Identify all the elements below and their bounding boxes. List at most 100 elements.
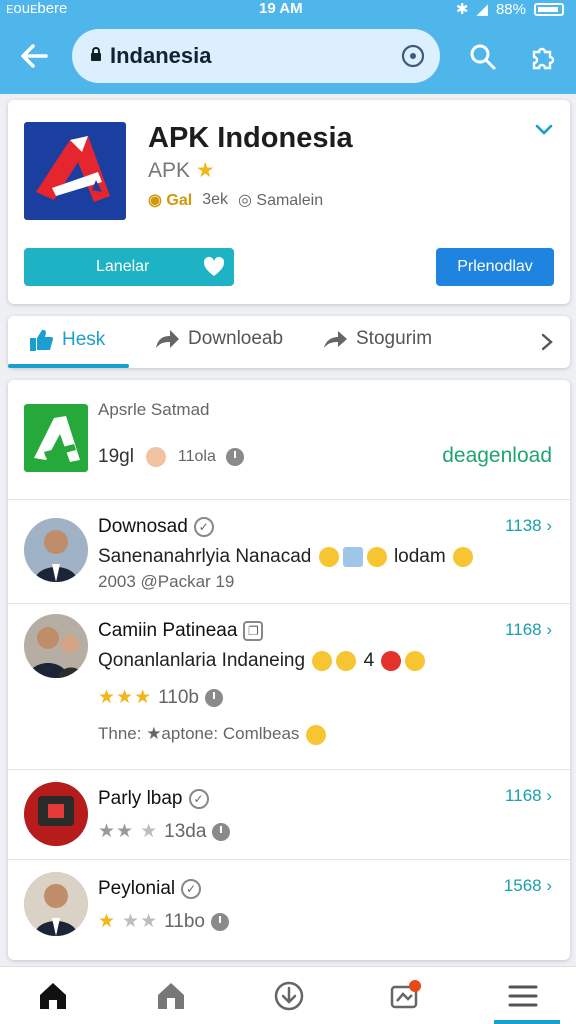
filled-stars: ★★ (98, 821, 135, 842)
clock-icon (212, 822, 231, 841)
list-item[interactable]: Apsrle Satmad 19gl 11ola deagenload (8, 380, 570, 500)
tab-download[interactable]: Downloeab (154, 328, 283, 350)
battery-icon (534, 2, 564, 16)
chevron-right-icon[interactable] (538, 332, 556, 352)
clock-icon (210, 912, 229, 931)
tab-stogurim[interactable]: Stogurim (322, 328, 432, 350)
active-tab-indicator (8, 364, 129, 368)
download-list: Apsrle Satmad 19gl 11ola deagenload Down… (8, 380, 570, 960)
developer-label: ◎ Samalein (238, 192, 324, 209)
clock: 19 AM (259, 0, 303, 17)
item-name: Apsrle Satmad (98, 400, 210, 419)
review-time: 1168 › (505, 786, 552, 805)
reviewer-name-text: Camiin Patineaa (98, 620, 238, 641)
clock-icon (225, 448, 244, 466)
review-time-text: 1168 (505, 786, 542, 805)
avatar (24, 872, 88, 936)
review-item[interactable]: Downosad ✓ Sanenanahrlyia Nanacad lodam … (8, 500, 570, 604)
battery-percent: 88% (495, 0, 526, 18)
back-arrow-icon[interactable] (16, 38, 52, 74)
review-text-tail: lodam (393, 546, 446, 567)
emoji-icon (405, 650, 426, 671)
star-rating: ★★ ★ 13da (98, 820, 231, 843)
chevron-down-icon[interactable] (534, 122, 554, 138)
review-time-text: 1568 (503, 876, 542, 895)
bluetooth-icon: ✱ (455, 1, 469, 18)
primary-action-label: Lanelar (96, 258, 150, 275)
app-meta: ◉ Gal 3ek ◎ Samalein (148, 190, 323, 210)
address-text: Indanesia (110, 43, 212, 68)
verified-icon: ✓ (193, 517, 214, 537)
share-icon (156, 330, 179, 348)
app-info-card: APK Indonesia APK ★ ◉ Gal 3ek ◎ Samalein… (8, 100, 570, 304)
compass-icon[interactable] (400, 43, 426, 69)
bottom-navigation (0, 966, 576, 1024)
app-subtitle: APK ★ (148, 158, 215, 183)
tab-label: Stogurim (356, 328, 433, 349)
tab-label: Downloeab (188, 328, 284, 349)
rating-meta: 13da (164, 820, 207, 842)
heart-icon (203, 256, 225, 276)
tab-hesk[interactable]: Hesk (28, 328, 105, 352)
rating-meta: 110b (158, 686, 199, 708)
review-item[interactable]: Camiin Patineaa ❐ Qonanlanlaria Indanein… (8, 604, 570, 770)
app-title: APK Indonesia (148, 122, 353, 154)
emoji-icon (145, 447, 166, 467)
filled-stars: ★ (98, 911, 117, 932)
emoji-icon (452, 546, 473, 567)
badge-icon: ❐ (243, 621, 264, 641)
rating-meta: 11bo (164, 910, 205, 932)
reviewer-name: Parly lbap ✓ (98, 788, 209, 810)
emoji-icon (381, 650, 402, 671)
status-icons: ✱ ◢ 88% (456, 0, 564, 18)
review-item[interactable]: Peylonial ✓ ★ ★★ 11bo 1568 › (8, 860, 570, 960)
star-rating: ★★★ 110b (98, 686, 223, 709)
empty-stars: ★ (140, 821, 159, 842)
reviewer-name-text: Peylonial (98, 878, 176, 899)
download-link[interactable]: deagenload (442, 444, 552, 468)
clock-icon (204, 688, 223, 707)
address-bar[interactable]: Indanesia (72, 29, 440, 83)
nav-active-indicator (494, 1020, 560, 1024)
review-text-body: Sanenanahrlyia Nanacad (98, 546, 312, 567)
home-icon[interactable] (36, 979, 70, 1013)
app-icon (24, 404, 88, 472)
app-logo (24, 122, 126, 220)
emoji-icon (306, 724, 327, 745)
star-rating: ★ ★★ 11bo (98, 910, 229, 933)
verified-icon: ✓ (181, 879, 202, 899)
extension-icon[interactable] (528, 42, 558, 72)
rating-badge-text: Gal (166, 192, 193, 209)
primary-action-button[interactable]: Lanelar (24, 248, 234, 286)
review-text: Sanenanahrlyia Nanacad lodam (98, 546, 475, 568)
reviewer-name: Downosad ✓ (98, 516, 214, 538)
emoji-icon (312, 650, 333, 671)
reviewer-name-text: Downosad (98, 516, 188, 537)
developer-name: Samalein (256, 192, 324, 209)
app-subtitle-text: APK (148, 159, 191, 182)
item-meta-text: 11ola (177, 448, 216, 465)
thumbs-up-icon (30, 329, 53, 351)
review-subtext: Thne: ★aptone: Comlbeas (98, 724, 328, 745)
review-item[interactable]: Parly lbap ✓ ★★ ★ 13da 1168 › (8, 770, 570, 860)
review-text: Qonanlanlaria Indaneing 4 (98, 650, 427, 672)
secondary-action-button[interactable]: Prlenodlav (436, 248, 554, 286)
app-size: 3ek (202, 191, 228, 208)
download-icon[interactable] (272, 979, 306, 1013)
notifications-icon[interactable] (388, 979, 422, 1013)
menu-icon[interactable] (506, 979, 540, 1013)
rating-badge: ◉ Gal (148, 192, 193, 209)
search-icon[interactable] (468, 42, 498, 72)
avatar (24, 782, 88, 846)
review-text-tail: 4 (363, 650, 375, 671)
signal-icon: ◢ (476, 1, 488, 18)
review-time-text: 1138 (505, 516, 542, 535)
status-bar: ᴇᴏuᴇbere 19 AM ✱ ◢ 88% (0, 0, 576, 20)
avatar (24, 518, 88, 582)
item-meta: 19gl 11ola (98, 446, 244, 468)
review-time: 1138 › (505, 516, 552, 535)
carrier-label: ᴇᴏuᴇbere (6, 0, 68, 17)
store-icon[interactable] (154, 979, 188, 1013)
review-time: 1568 › (503, 876, 552, 895)
tab-label: Hesk (62, 329, 106, 350)
